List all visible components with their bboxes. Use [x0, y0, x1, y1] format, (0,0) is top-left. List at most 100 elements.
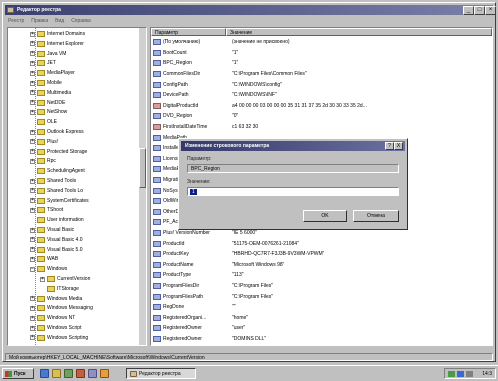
help-button[interactable]: ?	[385, 142, 394, 150]
value-row[interactable]: ProductKey "HBRHD-QC7R7-F3J3B-9V3WM-VPWM"	[151, 250, 492, 258]
tree-item[interactable]: + Protected Storage	[30, 148, 87, 156]
tree-item[interactable]: SchedulingAgent	[30, 167, 85, 175]
tree-item[interactable]: + Windows Messaging	[30, 304, 93, 312]
minimize-button[interactable]: _	[463, 6, 474, 15]
tray-network-icon[interactable]	[457, 370, 464, 377]
tree-item[interactable]: ITStorage	[40, 285, 79, 293]
tree-item[interactable]: + Visual Basic 5.0	[30, 246, 82, 254]
value-row[interactable]: DevicePath "C:\WINDOWS\INF"	[151, 91, 492, 99]
tree-item[interactable]: + SystemCertificates	[30, 197, 89, 205]
expand-toggle[interactable]: +	[30, 80, 35, 86]
expand-toggle[interactable]: +	[30, 70, 35, 76]
tree-item[interactable]: − Windows	[30, 265, 67, 273]
close-button[interactable]: ×	[485, 6, 496, 15]
tree-item[interactable]: + Multimedia	[30, 89, 71, 97]
expand-toggle[interactable]: +	[30, 129, 35, 135]
expand-toggle[interactable]: +	[30, 139, 35, 145]
value-row[interactable]: DigitalProductId a4 00 00 00 03 00 00 00 …	[151, 102, 492, 110]
value-row[interactable]: BPC_Region "1"	[151, 59, 492, 67]
value-input[interactable]: 1	[187, 187, 399, 196]
tree-item[interactable]: + Shared Tools	[30, 177, 76, 185]
expand-toggle[interactable]: +	[30, 335, 35, 341]
expand-toggle[interactable]: +	[30, 247, 35, 253]
tray-volume-icon[interactable]	[466, 370, 473, 377]
expand-toggle[interactable]: +	[30, 158, 35, 164]
taskbar-registry-editor[interactable]: Редактор реестра	[126, 368, 196, 379]
tree-item[interactable]: + Windows NT	[30, 314, 75, 322]
value-row[interactable]: RegDone ""	[151, 303, 492, 311]
tree-item[interactable]: + Windows Script	[30, 324, 81, 332]
tree-item[interactable]: OLE	[30, 118, 57, 126]
expand-toggle[interactable]: +	[30, 188, 35, 194]
expand-toggle[interactable]: +	[30, 178, 35, 184]
expand-toggle[interactable]: +	[30, 207, 35, 213]
value-row[interactable]: RegisteredOrgani... "home"	[151, 314, 492, 322]
value-row[interactable]: (По умолчанию) (значение не присвоено)	[151, 38, 492, 46]
tree-item[interactable]: + Rpc	[30, 157, 56, 165]
value-row[interactable]: ProductName "Microsoft Windows 98"	[151, 261, 492, 269]
expand-toggle[interactable]: +	[30, 51, 35, 57]
tree-scrollbar[interactable]	[139, 28, 146, 345]
tree-item[interactable]: + TShoot	[30, 206, 63, 214]
tree-item[interactable]: + NetDDE	[30, 99, 65, 107]
tree-item[interactable]: User information	[30, 216, 84, 224]
expand-toggle[interactable]: +	[30, 31, 35, 37]
expand-toggle[interactable]: +	[30, 237, 35, 243]
tree-item[interactable]: + CurrentVersion	[40, 275, 90, 283]
channels-icon[interactable]	[76, 369, 85, 378]
expand-toggle[interactable]: +	[30, 109, 35, 115]
tree-item[interactable]: + Windows Media	[30, 295, 82, 303]
value-row[interactable]: ProductId "51175-OEM-0076261-21084"	[151, 239, 492, 247]
menu-view[interactable]: Вид	[55, 18, 64, 24]
expand-toggle[interactable]: +	[30, 41, 35, 47]
tree-item[interactable]: + Windows Scripting	[30, 334, 88, 342]
tray-keyboard-icon[interactable]	[448, 370, 455, 377]
tree-item[interactable]: + WAB	[30, 255, 58, 263]
value-row[interactable]: FirstInstallDateTime c1 63 32 30	[151, 123, 492, 131]
value-row[interactable]: RegisteredOwner "user"	[151, 324, 492, 332]
tree-item[interactable]: + Outlook Express	[30, 128, 84, 136]
expand-toggle[interactable]: +	[30, 305, 35, 311]
start-button[interactable]: Пуск	[2, 368, 34, 379]
tree-item[interactable]: + Java VM	[30, 50, 66, 58]
media-icon[interactable]	[88, 369, 97, 378]
expand-toggle[interactable]: +	[30, 149, 35, 155]
tree-item[interactable]: + Plus!	[30, 138, 58, 146]
tree-item[interactable]: + Shared Tools Lo	[30, 187, 83, 195]
tree-item[interactable]: + Visual Basic	[30, 226, 74, 234]
expand-toggle[interactable]: +	[30, 256, 35, 262]
tree-item[interactable]: + Internet Domains	[30, 30, 85, 38]
expand-toggle[interactable]: +	[30, 227, 35, 233]
internet-explorer-icon[interactable]	[40, 369, 49, 378]
expand-toggle[interactable]: +	[30, 325, 35, 331]
outlook-icon[interactable]	[52, 369, 61, 378]
dialog-close-button[interactable]: X	[394, 142, 403, 150]
dialog-title[interactable]: Изменение строкового параметра	[181, 141, 405, 151]
expand-toggle[interactable]: +	[30, 296, 35, 302]
desktop-icon[interactable]	[64, 369, 73, 378]
expand-toggle[interactable]: +	[40, 276, 45, 282]
column-value-header[interactable]: Значение	[226, 28, 492, 36]
tree-item[interactable]: + Internet Explorer	[30, 40, 84, 48]
value-row[interactable]: RegisteredOwner "DOMINS DLL"	[151, 335, 492, 343]
value-row[interactable]: ProgramFilesDir "C:\Program Files"	[151, 282, 492, 290]
value-row[interactable]: Plus! VersionNumber "IE 5 6000"	[151, 229, 492, 237]
value-row[interactable]: ProgramFilesPath "C:\Program Files"	[151, 292, 492, 300]
title-bar[interactable]: Редактор реестра	[5, 5, 493, 15]
tree-item[interactable]: + NetShow	[30, 108, 67, 116]
ok-button[interactable]: OK	[303, 210, 347, 222]
value-row[interactable]: BootCount "1"	[151, 49, 492, 57]
expand-toggle[interactable]: +	[30, 198, 35, 204]
value-row[interactable]: DVD_Region "0"	[151, 112, 492, 120]
cancel-button[interactable]: Отмена	[353, 210, 399, 222]
arrow-icon[interactable]	[100, 369, 109, 378]
menu-help[interactable]: Справка	[71, 18, 91, 24]
value-row[interactable]: ConfigPath "C:\WINDOWS\config"	[151, 80, 492, 88]
expand-toggle[interactable]: +	[30, 90, 35, 96]
expand-toggle[interactable]: −	[30, 266, 35, 272]
value-row[interactable]: ProductType "113"	[151, 271, 492, 279]
column-name-header[interactable]: Параметр	[151, 28, 226, 36]
menu-registry[interactable]: Реестр	[8, 18, 24, 24]
tree-item[interactable]: + JET	[30, 59, 56, 67]
tree-item[interactable]: + Visual Basic 4.0	[30, 236, 82, 244]
